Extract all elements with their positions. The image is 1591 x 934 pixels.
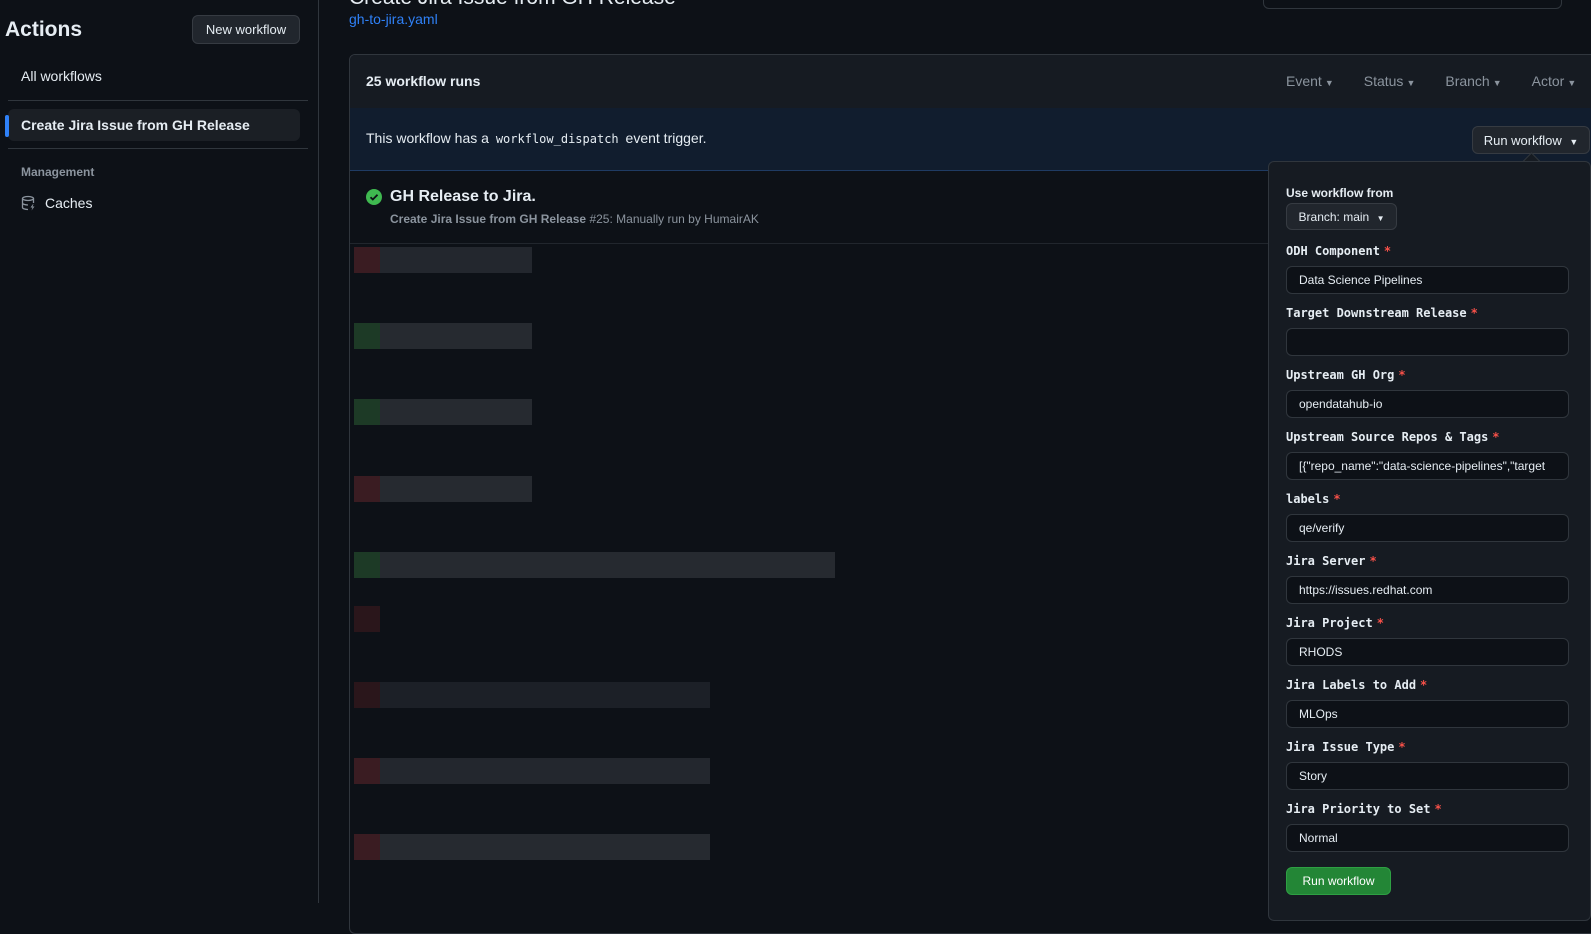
- field-label-odh-component: ODH Component *: [1286, 244, 1391, 258]
- obscured-run-row: [354, 552, 835, 578]
- obscured-run-row: [354, 758, 710, 784]
- caret-down-icon: ▼: [1567, 78, 1577, 88]
- field-label-text: ODH Component: [1286, 244, 1380, 258]
- required-marker: *: [1333, 492, 1341, 506]
- dispatch-text: This workflow has a workflow_dispatch ev…: [366, 130, 706, 146]
- filter-actor-label: Actor: [1531, 73, 1565, 89]
- field-label-text: Upstream Source Repos & Tags: [1286, 430, 1489, 444]
- upstream-source-repos-input[interactable]: [1286, 452, 1569, 480]
- obscured-run-row: [354, 323, 532, 349]
- run-filters: Event ▼ Status ▼ Branch ▼ Actor ▼: [1286, 73, 1576, 89]
- field-label-upstream-gh-org: Upstream GH Org *: [1286, 368, 1406, 382]
- caret-down-icon: ▼: [1492, 78, 1502, 88]
- required-marker: *: [1398, 740, 1406, 754]
- required-marker: *: [1376, 616, 1384, 630]
- field-label-text: Target Downstream Release: [1286, 306, 1467, 320]
- actions-title: Actions: [5, 18, 83, 41]
- obscured-run-row: [354, 682, 710, 708]
- field-label-jira-server: Jira Server *: [1286, 554, 1377, 568]
- sidebar-divider: [8, 148, 308, 149]
- sidebar: Actions New workflow All workflows Creat…: [0, 0, 319, 903]
- run-workflow-dropdown: Use workflow from Branch: main ▼ ODH Com…: [1268, 161, 1591, 921]
- required-marker: *: [1470, 306, 1478, 320]
- caret-down-icon: ▼: [1569, 136, 1579, 147]
- filter-branch[interactable]: Branch ▼: [1445, 73, 1501, 89]
- filter-status[interactable]: Status ▼: [1364, 73, 1416, 89]
- run-subtitle: Create Jira Issue from GH Release #25: M…: [390, 212, 759, 226]
- filter-status-label: Status: [1363, 73, 1404, 89]
- labels-input[interactable]: [1286, 514, 1569, 542]
- field-label-jira-priority: Jira Priority to Set *: [1286, 802, 1442, 816]
- page-title: Create Jira Issue from GH Release: [349, 0, 676, 10]
- sidebar-item-all-workflows[interactable]: All workflows: [8, 60, 300, 92]
- field-label-jira-project: Jira Project *: [1286, 616, 1384, 630]
- caret-down-icon: ▼: [1324, 78, 1334, 88]
- filter-event[interactable]: Event ▼: [1286, 73, 1334, 89]
- jira-server-input[interactable]: [1286, 576, 1569, 604]
- required-marker: *: [1398, 368, 1406, 382]
- field-label-jira-labels-to-add: Jira Labels to Add *: [1286, 678, 1427, 692]
- obscured-run-row: [354, 606, 380, 632]
- filter-event-label: Event: [1286, 73, 1322, 89]
- dispatch-suffix: event trigger.: [625, 130, 707, 146]
- obscured-run-row: [354, 834, 710, 860]
- run-workflow-label: Run workflow: [1483, 132, 1562, 148]
- jira-issue-type-input[interactable]: [1286, 762, 1569, 790]
- field-label-jira-issue-type: Jira Issue Type *: [1286, 740, 1406, 754]
- caret-down-icon: ▼: [1406, 78, 1416, 88]
- jira-project-input[interactable]: [1286, 638, 1569, 666]
- dispatch-prefix: This workflow has a: [366, 130, 489, 146]
- sidebar-item-caches[interactable]: Caches: [21, 195, 92, 211]
- run-workflow-submit-button[interactable]: Run workflow: [1286, 867, 1391, 895]
- caret-down-icon: ▼: [1376, 213, 1385, 223]
- jira-labels-input[interactable]: [1286, 700, 1569, 728]
- workflow-file-link[interactable]: gh-to-jira.yaml: [349, 11, 438, 27]
- branch-label: Branch: main: [1298, 209, 1370, 224]
- required-marker: *: [1434, 802, 1442, 816]
- field-label-text: Upstream GH Org: [1286, 368, 1395, 382]
- use-workflow-from-label: Use workflow from: [1286, 186, 1394, 200]
- caches-label: Caches: [45, 195, 93, 211]
- run-workflow-toggle-button[interactable]: Run workflow ▼: [1472, 126, 1590, 154]
- run-title[interactable]: GH Release to Jira.: [390, 188, 536, 206]
- run-count: 25 workflow runs: [366, 73, 481, 89]
- field-label-text: Jira Labels to Add: [1286, 678, 1417, 692]
- upstream-gh-org-input[interactable]: [1286, 390, 1569, 418]
- target-downstream-release-input[interactable]: [1286, 328, 1569, 356]
- sidebar-divider: [8, 100, 308, 101]
- new-workflow-button[interactable]: New workflow: [192, 15, 300, 44]
- dispatch-code: workflow_dispatch: [495, 132, 619, 146]
- obscured-run-row: [354, 476, 532, 502]
- runs-header: 25 workflow runs Event ▼ Status ▼ Branch ▼ …: [350, 55, 1591, 109]
- required-marker: *: [1383, 244, 1392, 258]
- required-marker: *: [1420, 678, 1428, 692]
- field-label-upstream-source-repos: Upstream Source Repos & Tags *: [1286, 430, 1500, 444]
- database-icon: [21, 195, 35, 211]
- field-label-labels: labels *: [1286, 492, 1341, 506]
- field-label-text: Jira Issue Type: [1286, 740, 1395, 754]
- field-label-text: labels: [1286, 492, 1330, 506]
- obscured-run-row: [354, 247, 532, 273]
- required-marker: *: [1492, 430, 1500, 444]
- search-input[interactable]: [1263, 0, 1562, 9]
- filter-actor[interactable]: Actor ▼: [1532, 73, 1577, 89]
- run-workflow-name: Create Jira Issue from GH Release: [390, 212, 587, 226]
- jira-priority-input[interactable]: [1286, 824, 1569, 852]
- field-label-text: Jira Server: [1286, 554, 1366, 568]
- branch-select-button[interactable]: Branch: main ▼: [1286, 203, 1397, 230]
- sidebar-item-create-jira-issue[interactable]: Create Jira Issue from GH Release: [5, 109, 300, 141]
- run-details: #25: Manually run by HumairAK: [589, 212, 759, 226]
- filter-branch-label: Branch: [1445, 73, 1490, 89]
- management-heading: Management: [21, 165, 95, 179]
- field-label-text: Jira Project: [1286, 616, 1373, 630]
- check-circle-icon: [366, 189, 382, 205]
- field-label-target-downstream-release: Target Downstream Release *: [1286, 306, 1478, 320]
- obscured-run-row: [354, 399, 532, 425]
- odh-component-input[interactable]: [1286, 266, 1569, 294]
- required-marker: *: [1369, 554, 1377, 568]
- field-label-text: Jira Priority to Set: [1286, 802, 1431, 816]
